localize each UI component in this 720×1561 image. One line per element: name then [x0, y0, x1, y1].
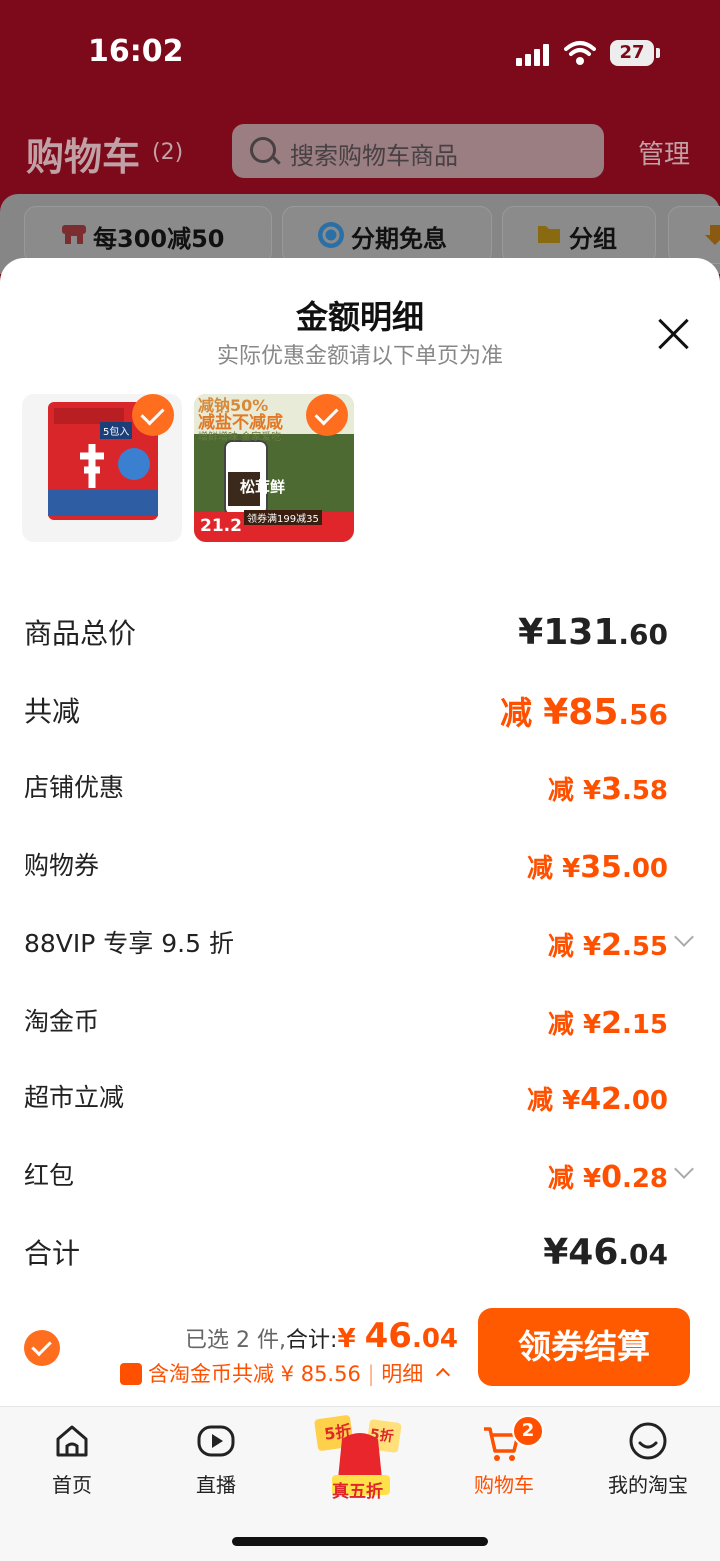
tab-home[interactable]: 首页: [0, 1407, 144, 1507]
half-price-badge: 5折: [323, 1421, 353, 1444]
product-selected-check[interactable]: [306, 394, 348, 436]
signal-icon: [516, 42, 552, 66]
checkout-bar: 已选 2 件,合计:¥ 46.04 含淘金币共减 ¥ 85.56 | 明细 领券…: [0, 1300, 720, 1406]
product-thumb-seasoning[interactable]: 减钠50% 减盐不减咸 增鲜增味 金家爱吃 松茸鲜 21.2 领券满199减35: [194, 394, 354, 542]
row-value-redpacket: 减 ¥0.28: [547, 1160, 668, 1195]
promo-tagline: 增鲜增味 金家爱吃: [198, 432, 282, 443]
half-price-badge: 5折: [368, 1426, 395, 1446]
checkout-button[interactable]: 领券结算: [478, 1308, 690, 1386]
tab-my-taobao-label: 我的淘宝: [608, 1473, 688, 1497]
bottom-tab-bar: 首页 直播 5折 5折 真五折 2 购物车 我的淘宝: [0, 1406, 720, 1561]
close-button[interactable]: [654, 314, 694, 354]
detail-link[interactable]: 明细: [381, 1362, 423, 1386]
product-badge: 5包入: [100, 422, 133, 439]
total-amount-dec: .04: [411, 1324, 458, 1354]
status-bar: 16:02 27: [0, 0, 720, 100]
chip-installment-label: 分期免息: [351, 225, 447, 253]
tab-my-taobao[interactable]: 我的淘宝: [576, 1407, 720, 1507]
row-value-total: ¥46.04: [543, 1232, 668, 1273]
home-indicator: [232, 1537, 488, 1546]
home-icon: [56, 1425, 88, 1457]
row-value-taojinbi: 减 ¥2.15: [547, 1006, 668, 1041]
manage-button[interactable]: 管理: [638, 134, 690, 171]
row-label-total: 合计: [24, 1237, 81, 1270]
coin-discount-line[interactable]: 含淘金币共减 ¥ 85.56 | 明细: [120, 1358, 451, 1388]
chevron-up-icon[interactable]: [435, 1367, 451, 1383]
cart-count: (2): [152, 140, 184, 165]
installment-icon: [318, 222, 344, 248]
product-coupon: 领券满199减35: [244, 510, 322, 525]
tab-home-label: 首页: [52, 1473, 92, 1497]
search-icon: [250, 137, 276, 163]
chip-group-label: 分组: [569, 225, 617, 253]
total-label: 合计:: [286, 1328, 338, 1353]
tab-cart-label: 购物车: [474, 1473, 534, 1497]
chip-discount-label: 每300减50: [93, 225, 225, 253]
selected-count: 已选 2 件,: [185, 1328, 287, 1353]
product-price: 21.2: [200, 516, 242, 536]
coin-discount-text: 含淘金币共减 ¥ 85.56: [148, 1362, 361, 1386]
folder-icon: [538, 226, 560, 243]
product-thumb-ramen[interactable]: 5包入: [22, 394, 182, 542]
row-label-taojinbi: 淘金币: [24, 1007, 100, 1036]
search-input[interactable]: 搜索购物车商品: [232, 124, 604, 178]
battery-tip: [656, 48, 660, 58]
sheet-subtitle: 实际优惠金额请以下单页为准: [216, 344, 503, 369]
play-icon: [197, 1425, 235, 1457]
smile-face-icon: [629, 1422, 667, 1460]
cart-title: 购物车: [26, 135, 141, 179]
chip-more[interactable]: [668, 206, 720, 264]
chip-installment[interactable]: 分期免息: [282, 206, 492, 264]
select-all-checkbox[interactable]: [24, 1330, 60, 1366]
row-value-88vip: 减 ¥2.55: [547, 928, 668, 963]
sheet-title: 金额明细: [295, 298, 424, 336]
battery-icon: 27: [610, 40, 654, 66]
total-amount-int: 46: [364, 1316, 412, 1356]
row-value-total-discount: 减 ¥85.56: [500, 692, 668, 733]
row-value-shop-discount: 减 ¥3.58: [547, 772, 668, 807]
tab-live-label: 直播: [196, 1473, 236, 1497]
shop-icon: [62, 225, 86, 244]
tab-live[interactable]: 直播: [144, 1407, 288, 1507]
chip-discount[interactable]: 每300减50: [24, 206, 272, 264]
status-time: 16:02: [88, 34, 184, 69]
tab-half-price-label: 真五折: [332, 1482, 383, 1502]
row-label-88vip[interactable]: 88VIP 专享 9.5 折: [24, 924, 234, 960]
row-label-redpacket[interactable]: 红包: [24, 1156, 74, 1192]
row-label-subtotal: 商品总价: [24, 617, 137, 650]
cart-badge: 2: [512, 1415, 544, 1447]
coin-icon: [120, 1363, 142, 1385]
row-value-supermarket: 减 ¥42.00: [527, 1082, 668, 1117]
row-label-total-discount: 共减: [24, 695, 81, 728]
row-label-coupon: 购物券: [24, 851, 100, 880]
product-brand: 松茸鲜: [240, 478, 286, 496]
row-value-coupon: 减 ¥35.00: [527, 850, 668, 885]
arrow-down-icon: [705, 225, 720, 245]
row-label-shop-discount: 店铺优惠: [24, 773, 125, 802]
row-label-supermarket: 超市立减: [24, 1083, 125, 1112]
row-value-subtotal: ¥131.60: [518, 612, 668, 653]
search-placeholder: 搜索购物车商品: [290, 142, 458, 170]
total-yuan: ¥: [337, 1324, 365, 1354]
chevron-down-icon[interactable]: [674, 927, 694, 947]
product-selected-check[interactable]: [132, 394, 174, 436]
tab-cart[interactable]: 2 购物车: [432, 1407, 576, 1507]
selected-summary: 已选 2 件,合计:¥ 46.04: [185, 1316, 458, 1356]
chip-group[interactable]: 分组: [502, 206, 656, 264]
chevron-down-icon[interactable]: [674, 1159, 694, 1179]
wifi-icon: [564, 41, 596, 65]
tab-half-price[interactable]: 5折 5折 真五折: [288, 1407, 432, 1507]
